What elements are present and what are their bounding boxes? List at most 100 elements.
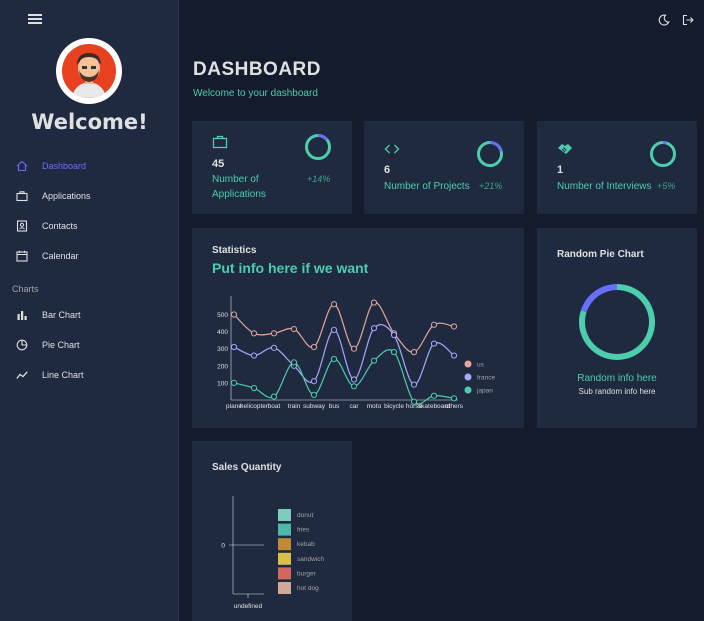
data-point bbox=[450, 323, 458, 330]
contact-card-icon bbox=[16, 220, 28, 232]
dark-mode-icon[interactable] bbox=[658, 14, 670, 26]
data-point bbox=[310, 343, 318, 351]
x-tick-label: bicycle bbox=[384, 403, 404, 410]
data-point bbox=[390, 349, 398, 356]
legend-label: sandwich bbox=[297, 556, 324, 563]
y-tick-label: 100 bbox=[217, 380, 228, 387]
legend-label: us bbox=[477, 362, 485, 369]
progress-ring bbox=[650, 141, 676, 167]
sidebar-item-label: Contacts bbox=[42, 221, 78, 231]
legend-label: fries bbox=[297, 527, 310, 534]
data-point bbox=[330, 326, 338, 334]
menu-toggle-icon[interactable] bbox=[28, 14, 42, 26]
data-point bbox=[330, 355, 338, 363]
sidebar-item-calendar[interactable]: Calendar bbox=[16, 245, 79, 267]
stat-value: 6 bbox=[384, 164, 391, 176]
bar-chart: 0 undefined donut fries kebab sandwich burger h… bbox=[221, 496, 324, 610]
welcome-text: Welcome! bbox=[31, 110, 148, 134]
data-point bbox=[250, 384, 258, 392]
legend-label: france bbox=[477, 375, 495, 382]
sidebar-item-bar-chart[interactable]: Bar Chart bbox=[16, 304, 81, 326]
data-point bbox=[270, 330, 278, 337]
data-point bbox=[410, 349, 418, 356]
data-point bbox=[270, 344, 278, 351]
data-point bbox=[230, 343, 238, 351]
sidebar-item-label: Pie Chart bbox=[42, 340, 80, 350]
page-subtitle: Welcome to your dashboard bbox=[193, 88, 318, 99]
data-point bbox=[230, 379, 238, 387]
data-point bbox=[390, 331, 398, 339]
legend-swatch bbox=[464, 360, 472, 368]
page-title: DASHBOARD bbox=[193, 59, 321, 80]
briefcase-icon bbox=[212, 135, 228, 149]
data-point bbox=[310, 391, 318, 398]
series-line-france bbox=[233, 324, 455, 386]
stat-label: Number of Projects bbox=[384, 181, 470, 192]
sidebar: Welcome! Dashboard Applications Contacts… bbox=[0, 0, 179, 621]
card-title: Random Pie Chart bbox=[557, 249, 644, 260]
line-chart: 100200300400500planehelicopter boat train s… bbox=[217, 296, 495, 410]
x-tick-label: subway bbox=[303, 403, 326, 410]
data-point bbox=[290, 325, 298, 333]
x-tick-label: helicopter bbox=[240, 403, 269, 410]
data-point bbox=[450, 352, 458, 359]
data-point bbox=[350, 376, 358, 383]
logout-icon[interactable] bbox=[682, 14, 694, 26]
legend-label: donut bbox=[297, 512, 313, 519]
pie-slice bbox=[580, 284, 617, 313]
card-title: Statistics bbox=[212, 245, 257, 256]
briefcase-icon bbox=[16, 191, 28, 202]
pie-chart bbox=[579, 284, 655, 360]
sidebar-item-label: Dashboard bbox=[42, 161, 87, 171]
legend-label: hot dog bbox=[297, 585, 319, 592]
handshake-icon bbox=[558, 144, 572, 154]
sidebar-item-pie-chart[interactable]: Pie Chart bbox=[16, 334, 80, 356]
legend-swatch bbox=[278, 567, 291, 580]
x-tick-label: moto bbox=[367, 403, 382, 410]
data-point bbox=[350, 383, 358, 390]
card-title: Sales Quantity bbox=[212, 462, 282, 473]
sidebar-item-label: Line Chart bbox=[42, 370, 84, 380]
pie-card: Random Pie Chart Random info here Sub ra… bbox=[537, 228, 697, 428]
data-point bbox=[350, 345, 358, 352]
code-icon bbox=[384, 144, 400, 154]
data-point bbox=[410, 398, 418, 405]
sidebar-item-line-chart[interactable]: Line Chart bbox=[16, 364, 84, 386]
stat-card-interviews: 1 Number of Interviews +5% bbox=[537, 121, 697, 214]
line-chart-icon bbox=[16, 371, 28, 379]
progress-ring bbox=[305, 134, 331, 160]
series-line-japan bbox=[233, 349, 455, 405]
x-tick-label: bus bbox=[329, 403, 340, 410]
x-tick-label: boat bbox=[268, 403, 281, 410]
stat-percent: +5% bbox=[657, 181, 676, 191]
data-point bbox=[430, 321, 438, 328]
sales-card: Sales Quantity 0 undefined donut fries kebab… bbox=[192, 441, 352, 621]
x-tick-label: train bbox=[288, 403, 301, 410]
y-tick-label: 200 bbox=[217, 363, 228, 370]
sidebar-item-label: Applications bbox=[42, 191, 91, 201]
sidebar-item-dashboard[interactable]: Dashboard bbox=[16, 155, 86, 177]
stat-card-applications: 45 Number of Applications +14% bbox=[192, 121, 352, 214]
data-point bbox=[250, 352, 258, 359]
sidebar-item-contacts[interactable]: Contacts bbox=[16, 215, 78, 237]
data-point bbox=[310, 378, 318, 385]
legend-label: japan bbox=[476, 388, 493, 395]
data-point bbox=[250, 330, 258, 337]
pie-info: Random info here bbox=[577, 373, 657, 384]
y-tick-label: 300 bbox=[217, 346, 228, 353]
data-point bbox=[290, 359, 298, 366]
data-point bbox=[370, 299, 378, 306]
legend-swatch bbox=[278, 509, 291, 521]
data-point bbox=[370, 357, 378, 364]
sidebar-item-label: Bar Chart bbox=[42, 310, 81, 320]
pie-subinfo: Sub random info here bbox=[578, 387, 656, 396]
legend-swatch bbox=[278, 552, 291, 565]
legend-swatch bbox=[464, 373, 472, 381]
stat-label: Number of Applications bbox=[212, 174, 266, 200]
sidebar-item-applications[interactable]: Applications bbox=[16, 185, 91, 207]
card-headline: Put info here if we want bbox=[212, 260, 369, 276]
pie-chart-icon bbox=[16, 339, 28, 351]
stat-label: Number of Interviews bbox=[557, 181, 652, 192]
data-point bbox=[430, 340, 438, 347]
legend-label: burger bbox=[297, 570, 317, 577]
